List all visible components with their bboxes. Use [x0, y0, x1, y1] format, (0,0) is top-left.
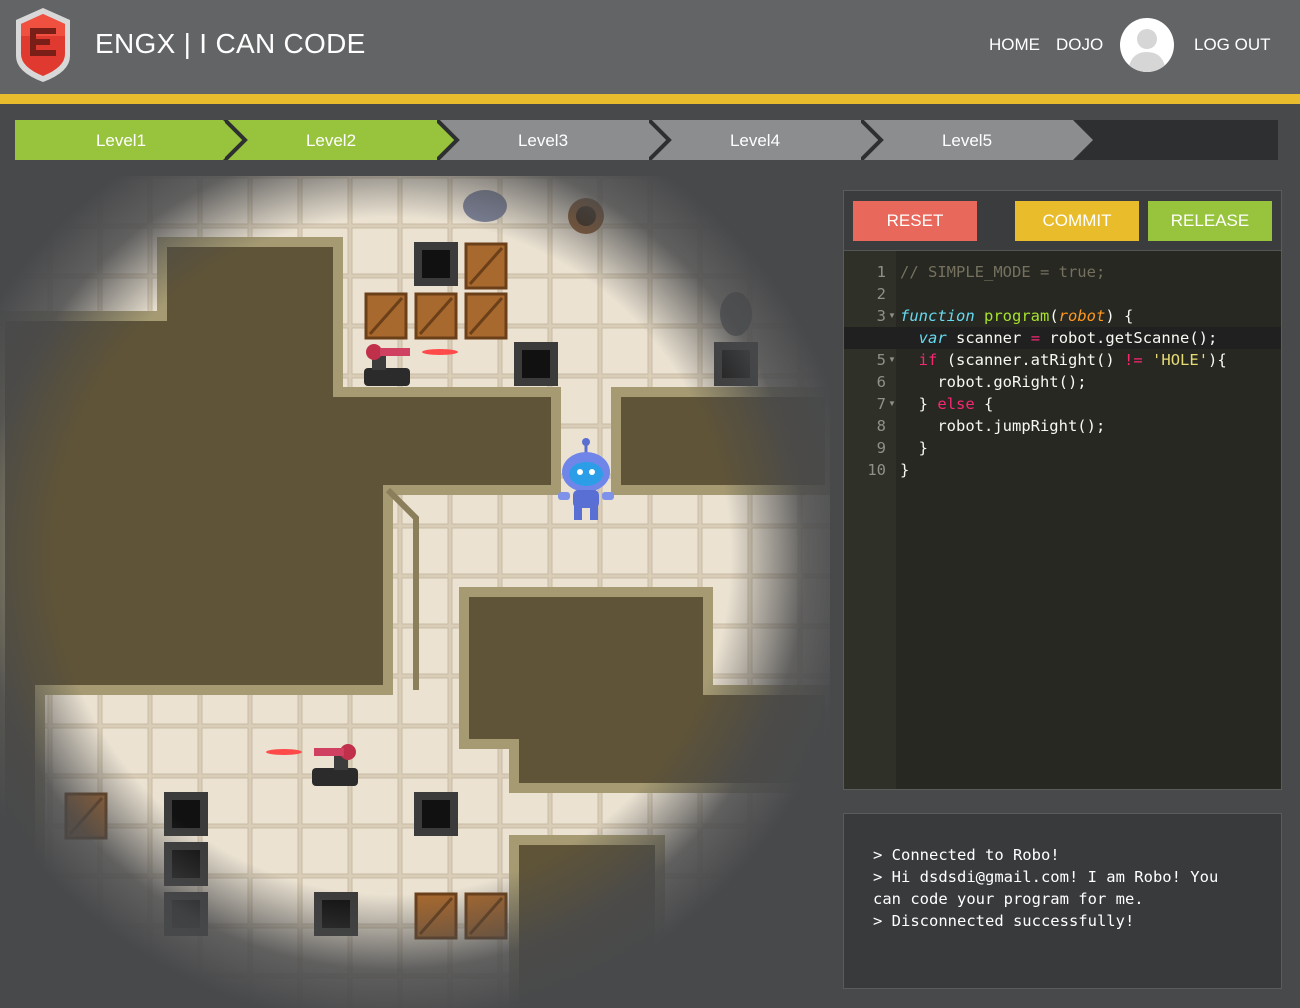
line-number: 7: [876, 395, 886, 413]
hole-icon: [514, 342, 558, 386]
hole-icon: [164, 792, 208, 836]
crate-icon: [464, 242, 508, 290]
code-line-4: var scanner = robot.getScanne();: [918, 329, 1218, 347]
code-line-7: } else {: [900, 395, 994, 413]
console-line: can code your program for me.: [873, 890, 1144, 908]
nav-dojo-link[interactable]: DOJO: [1056, 35, 1103, 55]
hole-icon: [714, 342, 758, 386]
code-line-10: }: [900, 461, 910, 479]
code-line-3: function program(robot) {: [900, 307, 1134, 325]
code-text-area[interactable]: // SIMPLE_MODE = true; function program(…: [844, 251, 1281, 789]
crate-icon: [414, 292, 458, 340]
code-editor-panel: RESET COMMIT RELEASE 1 2 3 ▼ 4 5 ▼ 6 7 ▼…: [843, 190, 1282, 790]
level-step-label: Level2: [305, 131, 357, 150]
level-step-label: Level5: [941, 131, 993, 150]
level-step-label: Level1: [95, 131, 147, 150]
portal-icon: [568, 198, 604, 234]
crate-icon: [464, 292, 508, 340]
hole-icon: [164, 842, 208, 886]
crate-icon: [364, 292, 408, 340]
app-header: ENGX | I CAN CODE HOME DOJO LOG OUT: [0, 0, 1300, 94]
hole-icon: [414, 792, 458, 836]
fold-arrow-icon[interactable]: ▼: [888, 355, 896, 364]
crate-icon: [64, 792, 108, 840]
user-avatar-icon[interactable]: [1120, 18, 1174, 72]
line-number: 1: [876, 263, 886, 281]
line-number: 2: [876, 285, 886, 303]
crate-icon: [464, 892, 508, 940]
crate-icon: [414, 892, 458, 940]
hole-icon: [414, 242, 458, 286]
code-line-5: if (scanner.atRight() != 'HOLE'){: [918, 351, 1227, 369]
level-step-label: Level3: [517, 131, 569, 150]
line-number: 8: [876, 417, 886, 435]
fold-arrow-icon[interactable]: ▼: [888, 399, 896, 408]
editor-toolbar: RESET COMMIT RELEASE: [844, 191, 1281, 251]
line-number: 3: [876, 307, 886, 325]
console-line: > Hi dsdsdi@gmail.com! I am Robo! You: [873, 868, 1219, 886]
line-number: 10: [867, 461, 886, 479]
line-number: 5: [876, 351, 886, 369]
fold-arrow-icon[interactable]: ▼: [888, 311, 896, 320]
engx-logo-icon[interactable]: [12, 6, 74, 84]
console-line: > Disconnected successfully!: [873, 912, 1135, 930]
console-line: > Connected to Robo!: [873, 846, 1060, 864]
line-number: 9: [876, 439, 886, 457]
code-line-8: robot.jumpRight();: [937, 417, 1106, 435]
app-title: ENGX | I CAN CODE: [95, 28, 366, 59]
level-step-label: Level4: [729, 131, 781, 150]
reset-button[interactable]: RESET: [853, 201, 977, 241]
code-line-9: }: [918, 439, 929, 457]
level-progress-bar: Level1 Level2 Level3 Level4 Level5: [15, 120, 1278, 160]
nav-logout-link[interactable]: LOG OUT: [1194, 35, 1271, 55]
hole-icon: [164, 892, 208, 936]
nav-home-link[interactable]: HOME: [989, 35, 1040, 55]
game-map[interactable]: [0, 176, 830, 1008]
hole-icon: [314, 892, 358, 936]
console-output-panel: > Connected to Robo! > Hi dsdsdi@gmail.c…: [843, 813, 1282, 989]
commit-button[interactable]: COMMIT: [1015, 201, 1139, 241]
header-accent-bar: [0, 94, 1300, 104]
code-line-1: // SIMPLE_MODE = true;: [900, 263, 1106, 281]
code-line-6: robot.goRight();: [937, 373, 1087, 391]
line-number: 6: [876, 373, 886, 391]
release-button[interactable]: RELEASE: [1148, 201, 1272, 241]
